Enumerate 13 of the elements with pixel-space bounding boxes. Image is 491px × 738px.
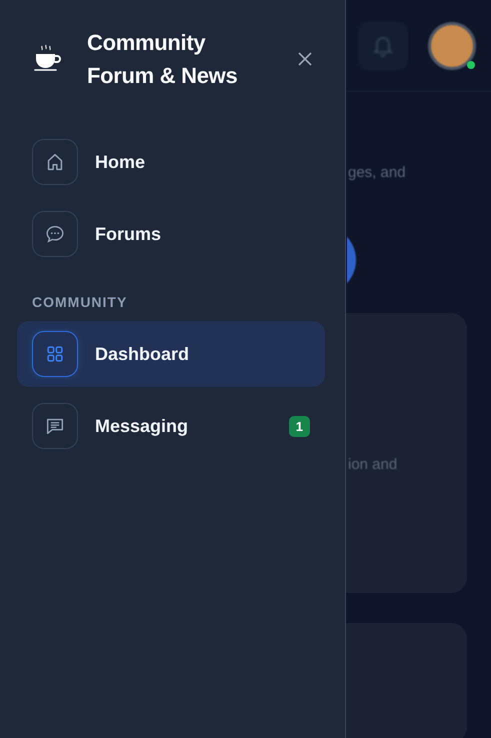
user-avatar[interactable] bbox=[428, 22, 476, 70]
close-icon bbox=[297, 51, 313, 67]
nav-item[interactable]: Dashboard bbox=[17, 321, 325, 387]
section-heading: COMMUNITY bbox=[32, 294, 128, 312]
unread-count-badge: 1 bbox=[288, 416, 310, 436]
nav-item[interactable]: Forums bbox=[17, 201, 325, 267]
bell-icon bbox=[373, 34, 393, 56]
description-text: ges, and bbox=[347, 164, 407, 181]
nav-item[interactable]: Home bbox=[17, 129, 325, 195]
coffee-cup-icon bbox=[33, 44, 61, 74]
app-title: Community Forum & News bbox=[87, 29, 238, 90]
speech-bubble-icon bbox=[44, 223, 66, 245]
nav-item[interactable]: Messaging 1 bbox=[17, 393, 325, 459]
